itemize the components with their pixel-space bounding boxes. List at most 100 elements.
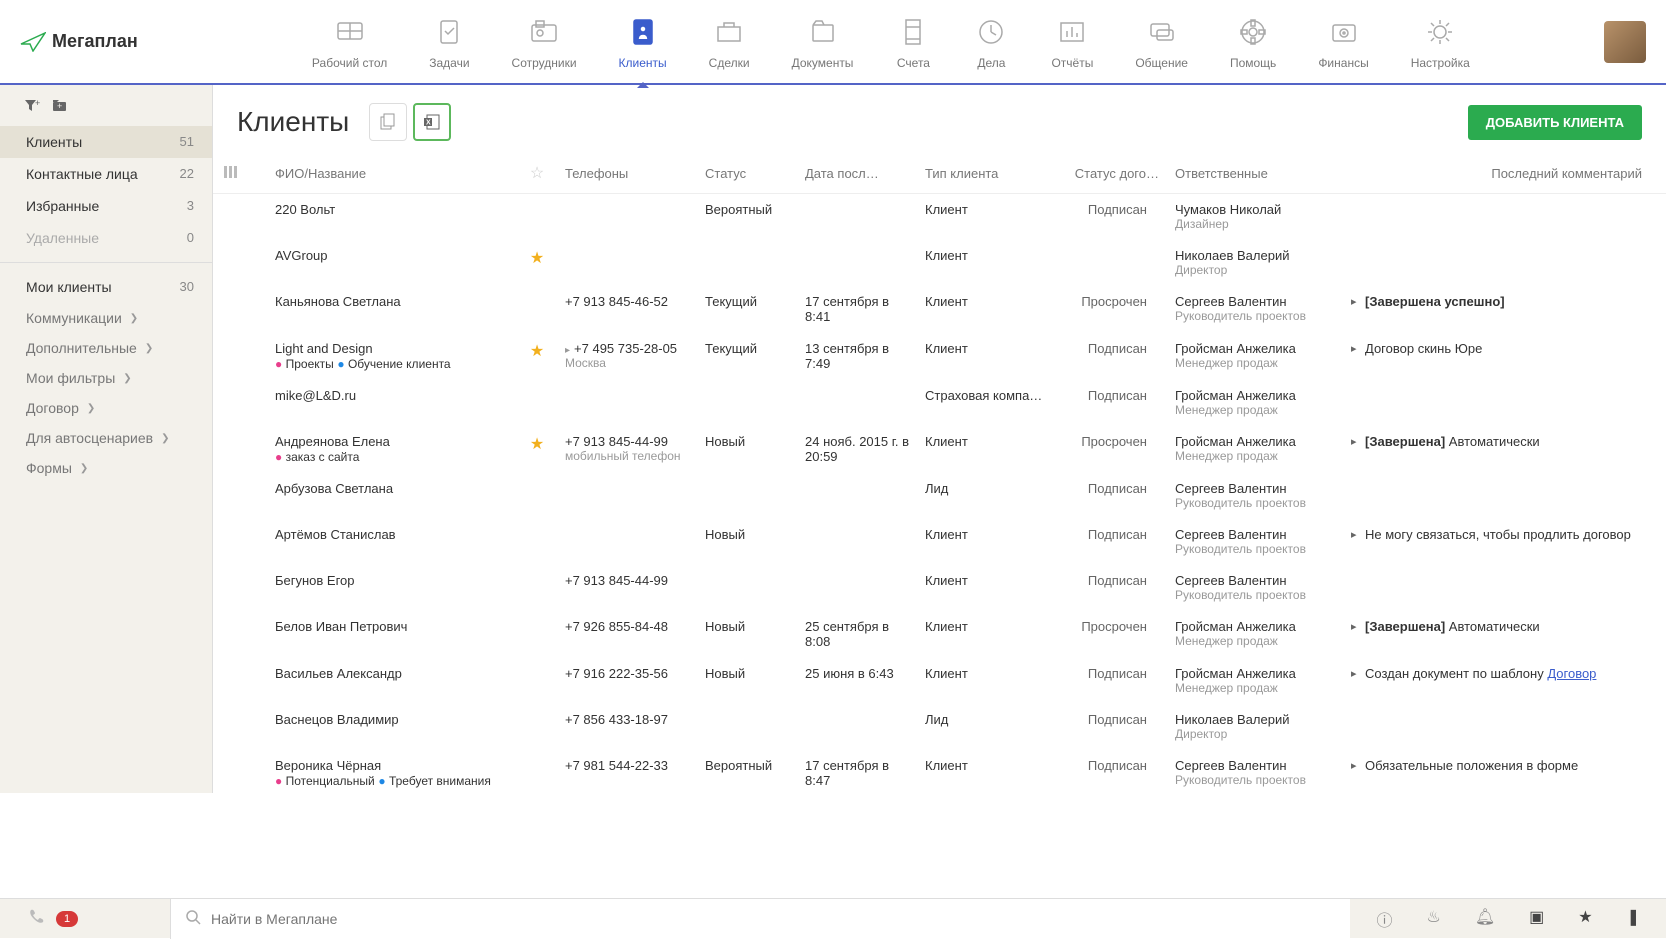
last-date: 17 сентября в 8:47	[797, 750, 917, 794]
table-row[interactable]: Light and DesignПроекты Обучение клиента…	[213, 333, 1666, 380]
nav-Счета[interactable]: Счета	[889, 10, 937, 74]
nav-Сделки[interactable]: Сделки	[703, 10, 756, 74]
table-row[interactable]: Арбузова СветланаЛидПодписанСергеев Вале…	[213, 473, 1666, 519]
sidebar-filter-Коммуникации[interactable]: Коммуникации❯	[0, 303, 212, 333]
star-footer-icon[interactable]: ★	[1578, 907, 1592, 931]
search-input[interactable]	[211, 911, 1336, 927]
nav-Настройка[interactable]: Настройка	[1405, 10, 1476, 74]
sidebar-filter-Дополнительные[interactable]: Дополнительные❯	[0, 333, 212, 363]
nav-Сотрудники[interactable]: Сотрудники	[506, 10, 583, 74]
phone: +7 916 222-35-56	[565, 666, 668, 681]
col-name[interactable]: ФИО/Название	[247, 153, 517, 194]
search-bar[interactable]	[170, 899, 1350, 939]
svg-text:+: +	[57, 101, 62, 111]
sidebar-filter-Для автосценариев[interactable]: Для автосценариев❯	[0, 423, 212, 453]
responsible-name: Сергеев Валентин	[1175, 573, 1339, 588]
logo-text: Мегаплан	[52, 31, 138, 52]
table-row[interactable]: 220 ВольтВероятныйКлиентПодписанЧумаков …	[213, 194, 1666, 240]
status	[697, 380, 797, 426]
copy-button[interactable]	[369, 103, 407, 141]
nav-Клиенты[interactable]: Клиенты	[613, 10, 673, 74]
nav-Финансы[interactable]: Финансы	[1312, 10, 1374, 74]
avatar[interactable]	[1604, 21, 1646, 63]
table-row[interactable]: mike@L&D.ruСтраховая компа…ПодписанГройс…	[213, 380, 1666, 426]
col-contract[interactable]: Статус дого…	[1057, 153, 1167, 194]
table-row[interactable]: Артёмов СтаниславНовыйКлиентПодписанСерг…	[213, 519, 1666, 565]
nav-label: Задачи	[429, 56, 469, 70]
export-excel-button[interactable]: X	[413, 103, 451, 141]
sidebar-filter-Мои фильтры[interactable]: Мои фильтры❯	[0, 363, 212, 393]
phone: +7 913 845-44-99	[565, 434, 668, 449]
add-client-button[interactable]: ДОБАВИТЬ КЛИЕНТА	[1468, 105, 1642, 140]
responsible-role: Руководитель проектов	[1175, 309, 1339, 323]
nav-Документы[interactable]: Документы	[786, 10, 860, 74]
star-icon[interactable]: ★	[530, 343, 544, 360]
table-row[interactable]: AVGroup★КлиентНиколаев ВалерийДиректор	[213, 240, 1666, 286]
nav-Задачи[interactable]: Задачи	[423, 10, 475, 74]
col-lastdate[interactable]: Дата посл…	[797, 153, 917, 194]
table-row[interactable]: Васильев Александр+7 916 222-35-56Новый2…	[213, 658, 1666, 704]
last-comment	[1347, 380, 1666, 426]
col-type[interactable]: Тип клиента	[917, 153, 1057, 194]
sidebar-filter-label: Дополнительные	[26, 340, 137, 356]
client-type: Клиент	[917, 333, 1057, 380]
last-date: 13 сентября в 7:49	[797, 333, 917, 380]
col-responsible[interactable]: Ответственные	[1167, 153, 1347, 194]
nav-Дела[interactable]: Дела	[967, 10, 1015, 74]
svg-text:X: X	[426, 120, 431, 127]
table-row[interactable]: Андреянова Еленазаказ с сайта★+7 913 845…	[213, 426, 1666, 473]
col-status[interactable]: Статус	[697, 153, 797, 194]
last-comment: Не могу связаться, чтобы продлить догово…	[1347, 519, 1666, 565]
client-name: AVGroup	[275, 248, 509, 263]
alert-icon[interactable]: ❚	[1627, 907, 1640, 931]
col-phones[interactable]: Телефоны	[557, 153, 697, 194]
contract-status: Подписан	[1057, 519, 1167, 565]
table-row[interactable]: Белов Иван Петрович+7 926 855-84-48Новый…	[213, 611, 1666, 658]
contract-status: Подписан	[1057, 750, 1167, 794]
call-badge[interactable]: 1	[56, 911, 78, 927]
nav-Общение[interactable]: Общение	[1129, 10, 1194, 74]
last-date	[797, 565, 917, 611]
sidebar-my-clients[interactable]: Мои клиенты 30	[0, 271, 212, 303]
folder-add-icon[interactable]: +	[52, 99, 68, 116]
info-icon[interactable]: ⓘ	[1376, 907, 1392, 931]
filter-add-icon[interactable]: +	[24, 99, 40, 116]
client-name: Артёмов Станислав	[275, 527, 509, 542]
last-comment: [Завершена успешно]	[1347, 286, 1666, 333]
table-row[interactable]: Бегунов Егор+7 913 845-44-99КлиентПодпис…	[213, 565, 1666, 611]
client-type: Лид	[917, 704, 1057, 750]
bell-icon[interactable]: 🔔︎	[1475, 907, 1495, 931]
sidebar-filter-Формы[interactable]: Формы❯	[0, 453, 212, 483]
nav-label: Помощь	[1230, 56, 1276, 70]
nav-Помощь[interactable]: Помощь	[1224, 10, 1282, 74]
status	[697, 473, 797, 519]
status: Текущий	[697, 333, 797, 380]
nav-label: Счета	[897, 56, 930, 70]
chat-icon[interactable]: ▣	[1529, 907, 1544, 931]
star-icon[interactable]: ★	[530, 436, 544, 453]
table-row[interactable]: Каньянова Светлана+7 913 845-46-52Текущи…	[213, 286, 1666, 333]
svg-text:+: +	[35, 99, 40, 108]
nav-Отчёты[interactable]: Отчёты	[1045, 10, 1099, 74]
table-row[interactable]: Вероника ЧёрнаяПотенциальный Требует вни…	[213, 750, 1666, 794]
phone-icon[interactable]	[28, 909, 44, 928]
table-row[interactable]: Васнецов Владимир+7 856 433-18-97ЛидПодп…	[213, 704, 1666, 750]
col-star[interactable]: ☆	[517, 153, 557, 194]
col-comment[interactable]: Последний комментарий	[1347, 153, 1666, 194]
sidebar-count: 3	[187, 198, 194, 214]
sidebar-item-Контактные лица[interactable]: Контактные лица22	[0, 158, 212, 190]
sidebar-item-Избранные[interactable]: Избранные3	[0, 190, 212, 222]
nav-Рабочий стол[interactable]: Рабочий стол	[306, 10, 393, 74]
last-date: 24 нояб. 2015 г. в 20:59	[797, 426, 917, 473]
column-settings-icon[interactable]	[213, 153, 247, 194]
footer-bar: 1 ⓘ ♨ 🔔︎ ▣ ★ ❚	[0, 898, 1666, 938]
sidebar-item-Удаленные[interactable]: Удаленные0	[0, 222, 212, 254]
star-icon[interactable]: ★	[530, 250, 544, 267]
contract-status: Подписан	[1057, 333, 1167, 380]
sidebar-filter-Договор[interactable]: Договор❯	[0, 393, 212, 423]
chevron-right-icon: ❯	[80, 463, 88, 474]
last-comment	[1347, 565, 1666, 611]
fire-icon[interactable]: ♨	[1426, 907, 1440, 931]
logo[interactable]: Мегаплан	[20, 31, 138, 52]
sidebar-item-Клиенты[interactable]: Клиенты51	[0, 126, 212, 158]
